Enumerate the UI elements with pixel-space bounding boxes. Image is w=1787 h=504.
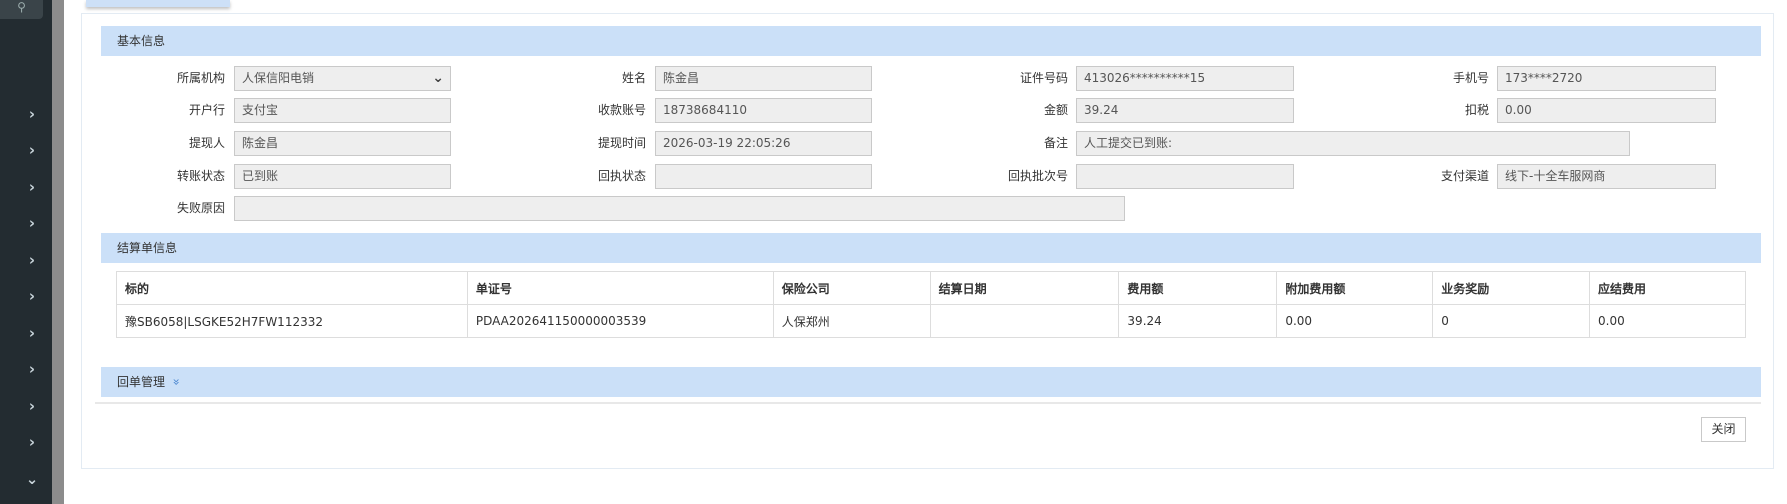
active-tab[interactable] (86, 0, 230, 7)
divider (95, 402, 1761, 404)
field-label: 金额 (1043, 103, 1068, 117)
field-label: 提现时间 (597, 136, 646, 150)
field-label: 支付渠道 (1440, 169, 1489, 183)
sidebar: ⚲ › › › › › › › › › › ⌄ (0, 0, 52, 504)
field-label: 转账状态 (176, 169, 225, 183)
section-receipt[interactable]: 回单管理 » (101, 367, 1761, 397)
table-cell: 0.00 (1589, 304, 1746, 338)
field-label: 手机号 (1452, 71, 1489, 85)
sidebar-splitter[interactable] (52, 0, 64, 504)
field-value: 陈金昌 (663, 71, 700, 85)
chevron-right-icon[interactable]: › (24, 288, 40, 304)
column-header: 单证号 (466, 271, 774, 305)
double-chevron-down-icon[interactable]: » (162, 378, 192, 385)
field-input[interactable]: 人工提交已到账: (1076, 131, 1630, 156)
field-input[interactable]: 39.24 (1076, 98, 1294, 123)
section-settlement: 结算单信息 (101, 233, 1761, 263)
table-cell: 豫SB6058|LSGKE52H7FW112332 (116, 304, 468, 338)
column-header: 结算日期 (929, 271, 1120, 305)
table-cell: PDAA202641150000003539 (466, 304, 774, 338)
field-input[interactable]: 413026**********15 (1076, 66, 1294, 91)
field-input[interactable] (234, 196, 1125, 221)
section-basic-info: 基本信息 (101, 26, 1761, 56)
field-label: 所属机构 (176, 71, 225, 85)
field-value: 人工提交已到账: (1084, 136, 1173, 150)
field-label: 扣税 (1464, 103, 1489, 117)
field-value: 支付宝 (242, 103, 279, 117)
chevron-down-icon[interactable]: ⌄ (432, 67, 444, 90)
chevron-right-icon[interactable]: › (24, 179, 40, 195)
field-label: 回执批次号 (1007, 169, 1068, 183)
field-input[interactable]: 已到账 (234, 164, 451, 189)
field-input[interactable]: 173****2720 (1497, 66, 1716, 91)
field-input[interactable]: 18738684110 (655, 98, 872, 123)
table-cell: 0.00 (1276, 304, 1434, 338)
field-value: 0.00 (1505, 103, 1532, 117)
field-label: 姓名 (621, 71, 646, 85)
section-title: 结算单信息 (117, 241, 178, 255)
search-icon[interactable]: ⚲ (0, 0, 43, 19)
chevron-right-icon[interactable]: › (24, 106, 40, 122)
field-label: 提现人 (188, 136, 225, 150)
field-label: 证件号码 (1019, 71, 1068, 85)
field-label: 备注 (1043, 136, 1068, 150)
field-value: 18738684110 (663, 103, 747, 117)
chevron-right-icon[interactable]: › (24, 215, 40, 231)
column-header: 附加费用额 (1276, 271, 1434, 305)
column-header: 应结费用 (1589, 271, 1746, 305)
chevron-right-icon[interactable]: › (24, 361, 40, 377)
chevron-right-icon[interactable]: › (24, 252, 40, 268)
field-value: 2026-03-19 22:05:26 (663, 136, 791, 150)
field-value: 173****2720 (1505, 71, 1583, 85)
table-cell: 人保郑州 (772, 304, 931, 338)
column-header: 业务奖励 (1432, 271, 1591, 305)
org-select[interactable]: 人保信阳电销 ⌄ (234, 66, 451, 91)
field-value: 陈金昌 (242, 136, 279, 150)
section-title: 回单管理 (117, 375, 166, 389)
field-input[interactable]: 线下-十全车服网商 (1497, 164, 1716, 189)
field-value: 已到账 (242, 169, 279, 183)
field-label: 回执状态 (597, 169, 646, 183)
field-input[interactable]: 支付宝 (234, 98, 451, 123)
field-input[interactable]: 陈金昌 (655, 66, 872, 91)
field-input[interactable]: 0.00 (1497, 98, 1716, 123)
column-header: 标的 (116, 271, 468, 305)
field-input[interactable] (655, 164, 872, 189)
field-value: 人保信阳电销 (242, 71, 315, 85)
field-value: 413026**********15 (1084, 71, 1206, 85)
table-row: 豫SB6058|LSGKE52H7FW112332 PDAA20264115000… (116, 304, 1746, 338)
field-value: 线下-十全车服网商 (1505, 169, 1606, 183)
field-label: 开户行 (188, 103, 225, 117)
table-cell: 39.24 (1118, 304, 1278, 338)
field-input[interactable]: 陈金昌 (234, 131, 451, 156)
chevron-down-icon[interactable]: ⌄ (24, 471, 40, 487)
table-cell: 0 (1432, 304, 1591, 338)
section-title: 基本信息 (117, 34, 166, 48)
chevron-right-icon[interactable]: › (24, 398, 40, 414)
field-label: 失败原因 (176, 201, 225, 215)
settlement-table: 标的 单证号 保险公司 结算日期 费用额 附加费用额 业务奖励 应结费用 豫SB6058|LS… (116, 271, 1746, 338)
chevron-right-icon[interactable]: › (24, 325, 40, 341)
table-header-row: 标的 单证号 保险公司 结算日期 费用额 附加费用额 业务奖励 应结费用 (116, 271, 1746, 305)
gutter (64, 0, 81, 504)
chevron-right-icon[interactable]: › (24, 142, 40, 158)
column-header: 保险公司 (772, 271, 931, 305)
field-label: 收款账号 (597, 103, 646, 117)
field-value: 39.24 (1084, 103, 1119, 117)
chevron-right-icon[interactable]: › (24, 434, 40, 450)
close-button[interactable]: 关闭 (1701, 417, 1746, 442)
table-cell (929, 304, 1120, 338)
field-input[interactable]: 2026-03-19 22:05:26 (655, 131, 872, 156)
field-input[interactable] (1076, 164, 1294, 189)
column-header: 费用额 (1118, 271, 1278, 305)
